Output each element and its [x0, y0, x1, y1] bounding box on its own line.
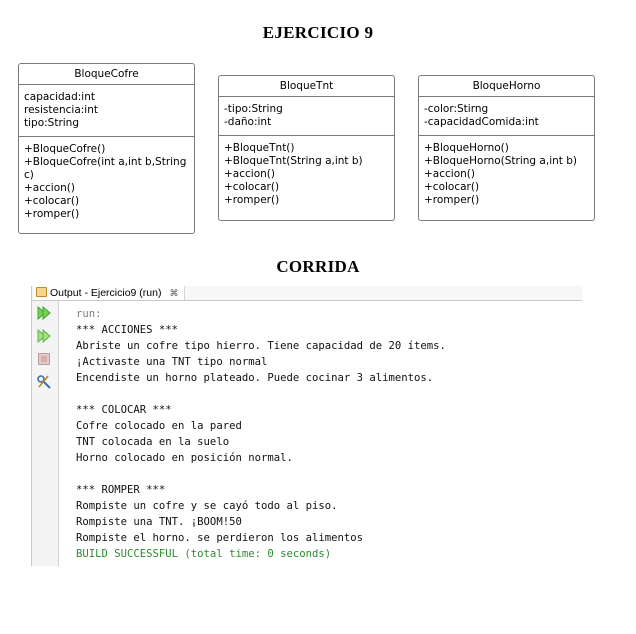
class-name: BloqueCofre: [19, 64, 194, 85]
attribute: -capacidadComida:int: [424, 116, 539, 128]
stop-icon[interactable]: [36, 351, 52, 367]
class-name: BloqueHorno: [419, 76, 594, 97]
rerun-icon[interactable]: [36, 305, 52, 321]
method: +BloqueCofre(int a,int b,String c): [24, 156, 187, 181]
class-box-bloquehorno: BloqueHorno -color:Stirng -capacidadComi…: [418, 75, 595, 221]
run-title: CORRIDA: [276, 257, 360, 276]
attribute: -daño:int: [224, 116, 272, 128]
methods-section: +BloqueTnt() +BloqueTnt(String a,int b) …: [219, 135, 394, 213]
rerun-different-params-icon[interactable]: [36, 328, 52, 344]
console-line: Rompiste un cofre y se cayó todo al piso…: [76, 500, 338, 512]
attributes-section: -color:Stirng -capacidadComida:int: [419, 97, 594, 135]
close-icon[interactable]: ⌘: [169, 288, 178, 298]
methods-section: +BloqueCofre() +BloqueCofre(int a,int b,…: [19, 136, 194, 227]
method: +BloqueHorno(): [424, 142, 509, 154]
attribute: -color:Stirng: [424, 103, 489, 115]
method: +accion(): [24, 182, 75, 194]
output-tab-label: Output - Ejercicio9 (run): [50, 287, 162, 299]
attributes-section: capacidad:int resistencia:int tipo:Strin…: [19, 85, 194, 136]
console-line: Encendiste un horno plateado. Puede coci…: [76, 372, 434, 384]
console-line: run:: [76, 308, 102, 320]
console-output: run: *** ACCIONES *** Abriste un cofre tip…: [76, 306, 576, 562]
method: +romper(): [424, 194, 480, 206]
output-tab[interactable]: Output - Ejercicio9 (run) ⌘: [34, 286, 186, 300]
method: +BloqueTnt(String a,int b): [224, 155, 363, 167]
method: +BloqueHorno(String a,int b): [424, 155, 577, 167]
attribute: resistencia:int: [24, 104, 98, 116]
methods-section: +BloqueHorno() +BloqueHorno(String a,int…: [419, 135, 594, 213]
method: +accion(): [224, 168, 275, 180]
method: +BloqueCofre(): [24, 143, 106, 155]
output-window-icon: [36, 287, 47, 297]
attributes-section: -tipo:String -daño:int: [219, 97, 394, 135]
console-line: Abriste un cofre tipo hierro. Tiene capa…: [76, 340, 446, 352]
output-tabbar: Output - Ejercicio9 (run) ⌘: [32, 286, 582, 301]
attribute: capacidad:int: [24, 91, 95, 103]
console-line: *** ROMPER ***: [76, 484, 166, 496]
console-line: BUILD SUCCESSFUL (total time: 0 seconds): [76, 548, 332, 560]
settings-icon[interactable]: [36, 374, 52, 390]
console-line: *** ACCIONES ***: [76, 324, 179, 336]
class-box-bloquecofre: BloqueCofre capacidad:int resistencia:in…: [18, 63, 195, 234]
attribute: tipo:String: [24, 117, 79, 129]
console-line: Rompiste una TNT. ¡BOOM!50: [76, 516, 242, 528]
output-panel: Output - Ejercicio9 (run) ⌘ run: *** ACCIO…: [31, 286, 582, 566]
console-line: TNT colocada en la suelo: [76, 436, 230, 448]
class-name: BloqueTnt: [219, 76, 394, 97]
method: +colocar(): [224, 181, 280, 193]
diagram-title: EJERCICIO 9: [262, 23, 374, 42]
console-line: Cofre colocado en la pared: [76, 420, 242, 432]
method: +colocar(): [424, 181, 480, 193]
console-line: Rompiste el horno. se perdieron los alim…: [76, 532, 364, 544]
method: +colocar(): [24, 195, 80, 207]
console-line: *** COLOCAR ***: [76, 404, 172, 416]
attribute: -tipo:String: [224, 103, 283, 115]
class-box-bloquetnt: BloqueTnt -tipo:String -daño:int +Bloque…: [218, 75, 395, 221]
method: +romper(): [24, 208, 80, 220]
method: +accion(): [424, 168, 475, 180]
console-line: Horno colocado en posición normal.: [76, 452, 293, 464]
method: +romper(): [224, 194, 280, 206]
method: +BloqueTnt(): [224, 142, 295, 154]
output-toolbar: [32, 301, 59, 566]
console-line: ¡Activaste una TNT tipo normal: [76, 356, 268, 368]
